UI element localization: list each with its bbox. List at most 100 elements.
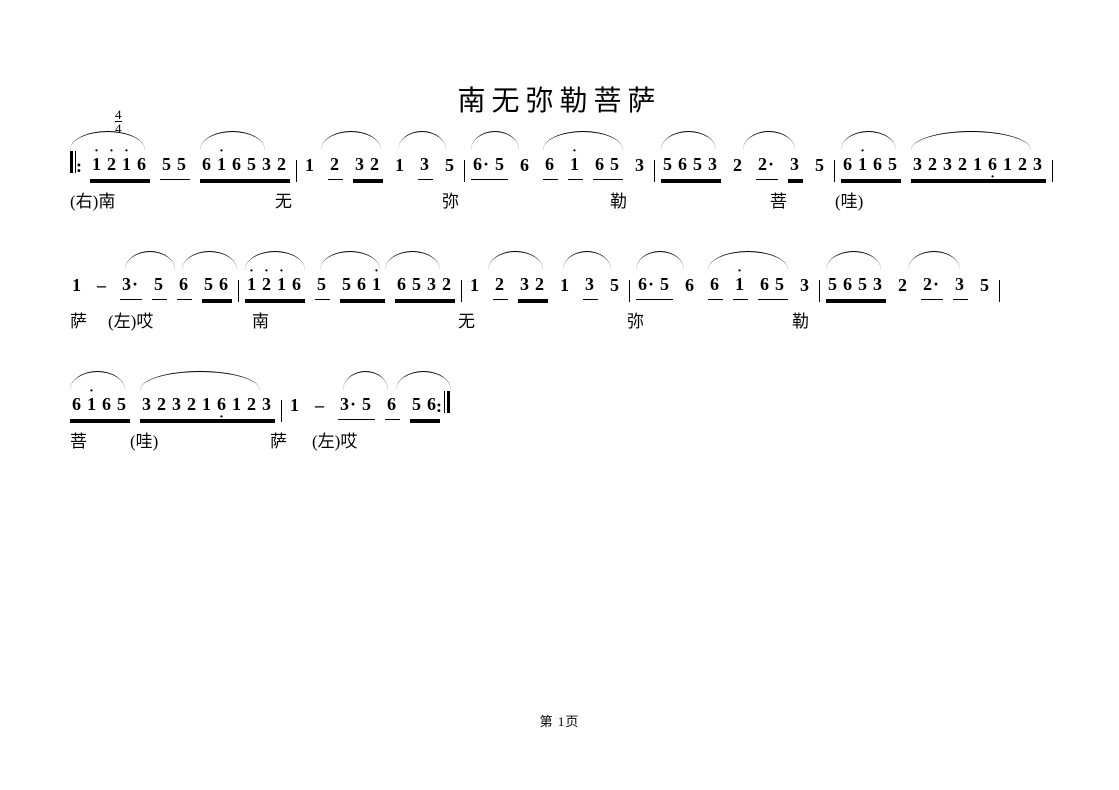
note: 3 (418, 149, 433, 179)
note: 5 (978, 270, 993, 300)
note: 3 (338, 389, 360, 419)
note-group: 1216 (245, 269, 305, 300)
note: 3 (798, 270, 813, 300)
note: 2 (185, 389, 200, 419)
note: 6 (986, 149, 1001, 179)
barline (238, 280, 239, 302)
note: 5 (175, 149, 190, 179)
note-group: 5 (152, 269, 167, 300)
note: 3 (633, 150, 648, 180)
measure: 1–35656 (70, 269, 232, 300)
note-group: 2 (756, 149, 778, 180)
note-group: 2 (921, 269, 943, 300)
lyric: 萨 (270, 427, 287, 452)
note: 2 (926, 149, 941, 179)
note-group: 323216123 (140, 389, 275, 420)
note-group: 2 (896, 270, 911, 300)
note-group: 35 (338, 389, 375, 420)
note: 1 (1001, 149, 1016, 179)
slur (70, 131, 145, 150)
note: 3 (911, 149, 926, 179)
note-group: 1 (568, 149, 583, 180)
note: 6 (290, 269, 305, 299)
note: 6 (355, 269, 370, 299)
note-group: 5 (608, 270, 623, 300)
note: 5 (115, 389, 130, 419)
slur (661, 131, 716, 150)
note-group: 3 (953, 269, 968, 300)
note-group: 5653 (826, 269, 886, 300)
note: 5 (608, 270, 623, 300)
note: 5 (773, 269, 788, 299)
lyric: 萨 (70, 307, 87, 332)
measure: 1–35656 (288, 389, 440, 420)
slur (396, 371, 451, 390)
lyric: (左)哎 (108, 307, 153, 332)
note: 2 (260, 269, 275, 299)
note: 1 (568, 149, 583, 179)
measure: 6165 323216123 (841, 149, 1046, 180)
note: 3 (953, 269, 968, 299)
note: 6 (215, 389, 230, 419)
note: 3 (941, 149, 956, 179)
note: 5 (658, 269, 673, 299)
note: 5 (152, 269, 167, 299)
sheet-page: 南无弥勒菩萨 4 4 12165561653212321356566165356… (0, 0, 1119, 459)
lyric: 无 (458, 307, 475, 332)
measure: 1232135 (303, 149, 458, 180)
lyric: (左)哎 (312, 427, 357, 452)
note-group: 3 (583, 269, 598, 300)
note: 3 (353, 149, 368, 179)
note: 6 (135, 149, 150, 179)
note-group: 1 (393, 150, 408, 180)
lyric: (右)南 (70, 187, 115, 212)
note-group: 323216123 (911, 149, 1046, 180)
note: 6 (200, 149, 215, 179)
note: 3 (425, 269, 440, 299)
note-group: 2 (328, 149, 343, 180)
barline (819, 280, 820, 302)
note: 1 (370, 269, 385, 299)
note: 5 (826, 269, 841, 299)
note: 6 (230, 149, 245, 179)
note: 6 (676, 149, 691, 179)
slur (343, 371, 388, 390)
lyric: 无 (275, 187, 292, 212)
note: 5 (160, 149, 175, 179)
note-group: 3 (418, 149, 433, 180)
note: 5 (661, 149, 676, 179)
note-group: 3 (120, 269, 142, 300)
note: 2 (1016, 149, 1031, 179)
note-group: 55 (160, 149, 190, 180)
lyric: 勒 (610, 187, 627, 212)
note-group: 65 (636, 269, 673, 300)
note: 1 (303, 150, 318, 180)
note-group: 5653 (661, 149, 721, 180)
notes-row: 1216556165321232135656616535653223561653… (70, 149, 1049, 179)
note: 1 (275, 269, 290, 299)
note-group: 65 (593, 149, 623, 180)
note-group: 6165 (841, 149, 901, 180)
note: 5 (886, 149, 901, 179)
slur (125, 251, 175, 270)
note-group: 6 (518, 150, 533, 180)
lyric: 南 (252, 307, 269, 332)
note: 2 (275, 149, 290, 179)
note: 6 (708, 269, 723, 299)
lyric: (哇) (835, 187, 863, 212)
note: 2 (921, 269, 943, 299)
lyric: 勒 (792, 307, 809, 332)
note: 1 (971, 149, 986, 179)
barline (464, 160, 465, 182)
note: 6 (543, 149, 558, 179)
note: 1 (468, 270, 483, 300)
note-group: 1 (303, 150, 318, 180)
note-group: 32 (353, 149, 383, 180)
barline (834, 160, 835, 182)
slur (743, 131, 795, 150)
music-line: 1216556165321232135656616535653223561653… (70, 149, 1049, 219)
note-group: 32 (518, 269, 548, 300)
note: 5 (443, 150, 458, 180)
measure: 56532235 (826, 269, 993, 300)
note-group: 6 (385, 389, 400, 420)
